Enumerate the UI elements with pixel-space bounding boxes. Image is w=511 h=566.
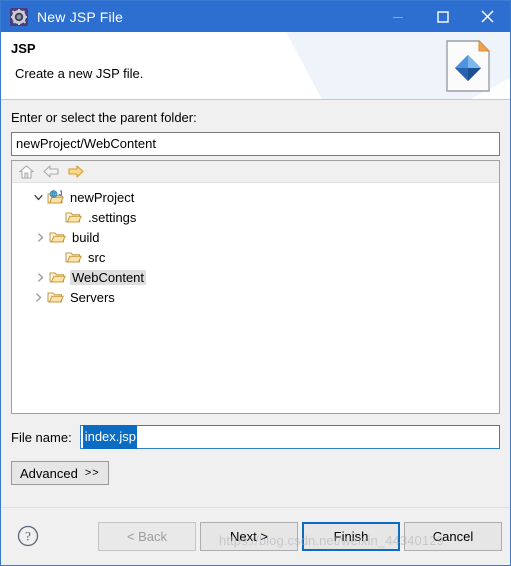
parent-folder-label: Enter or select the parent folder:	[11, 110, 197, 125]
title-bar: New JSP File	[1, 1, 510, 32]
window-title: New JSP File	[37, 8, 124, 25]
tree-item-label: WebContent	[70, 269, 147, 285]
chevron-right-icon[interactable]	[30, 289, 46, 305]
next-button[interactable]: Next >	[200, 522, 298, 551]
tree-item-build[interactable]: build	[12, 227, 499, 247]
tree-item-webcontent[interactable]: WebContent	[12, 267, 499, 287]
tree-item-src[interactable]: src	[12, 247, 499, 267]
file-name-input[interactable]: index.jsp	[79, 425, 500, 449]
twisty-placeholder	[48, 209, 64, 225]
dialog-buttons: < Back Next > Finish Cancel	[98, 522, 502, 551]
tree-item-label: .settings	[88, 209, 137, 225]
advanced-button-label: Advanced	[20, 465, 78, 481]
tree-toolbar	[12, 161, 499, 183]
chevron-right-icon[interactable]	[32, 229, 48, 245]
chevron-right-icon[interactable]	[32, 269, 48, 285]
parent-folder-input[interactable]: newProject/WebContent	[11, 132, 500, 156]
maximize-icon[interactable]	[420, 1, 465, 32]
back-button[interactable]: < Back	[98, 522, 196, 551]
dialog-footer: ? < Back Next > Finish Cancel https://bl…	[1, 507, 510, 565]
gear-icon	[10, 7, 28, 26]
folder-icon	[48, 269, 66, 285]
svg-text:J: J	[58, 190, 62, 197]
back-arrow-icon[interactable]	[41, 163, 61, 181]
page-title: JSP	[11, 41, 36, 56]
tree-item-settings[interactable]: .settings	[12, 207, 499, 227]
page-subtitle: Create a new JSP file.	[15, 66, 144, 81]
advanced-chevrons-icon: >>	[84, 467, 100, 479]
folder-tree[interactable]: J newProject .settings build src WebCont…	[12, 183, 499, 413]
finish-button[interactable]: Finish	[302, 522, 400, 551]
minimize-icon[interactable]	[375, 1, 420, 32]
chevron-down-icon[interactable]	[30, 189, 46, 205]
help-icon[interactable]: ?	[17, 525, 39, 547]
file-name-label: File name:	[11, 429, 72, 445]
file-name-row: File name: index.jsp	[11, 425, 500, 449]
advanced-button[interactable]: Advanced >>	[11, 461, 109, 485]
forward-arrow-icon[interactable]	[66, 163, 86, 181]
tree-item-label: src	[88, 249, 106, 265]
svg-text:?: ?	[25, 529, 31, 544]
twisty-placeholder	[48, 249, 64, 265]
folder-tree-panel: J newProject .settings build src WebCont…	[11, 160, 500, 414]
folder-icon	[64, 249, 82, 265]
tree-item-label: newProject	[70, 189, 135, 205]
folder-icon	[64, 209, 82, 225]
tree-item-label: build	[72, 229, 100, 245]
new-jsp-file-dialog: New JSP File JSP Create a new JSP file.	[0, 0, 511, 566]
home-icon[interactable]	[16, 163, 36, 181]
tree-item-newproject[interactable]: J newProject	[12, 187, 499, 207]
dialog-body: Enter or select the parent folder: newPr…	[1, 100, 510, 506]
folder-icon	[46, 289, 64, 305]
wizard-banner: JSP Create a new JSP file.	[1, 32, 510, 100]
close-icon[interactable]	[465, 1, 510, 32]
tree-item-servers[interactable]: Servers	[12, 287, 499, 307]
java-web-project-icon: J	[46, 189, 64, 205]
cancel-button[interactable]: Cancel	[404, 522, 502, 551]
window-controls	[375, 1, 510, 32]
jsp-file-icon	[443, 39, 495, 94]
tree-item-label: Servers	[70, 289, 115, 305]
folder-icon	[48, 229, 66, 245]
file-name-value: index.jsp	[82, 425, 138, 449]
